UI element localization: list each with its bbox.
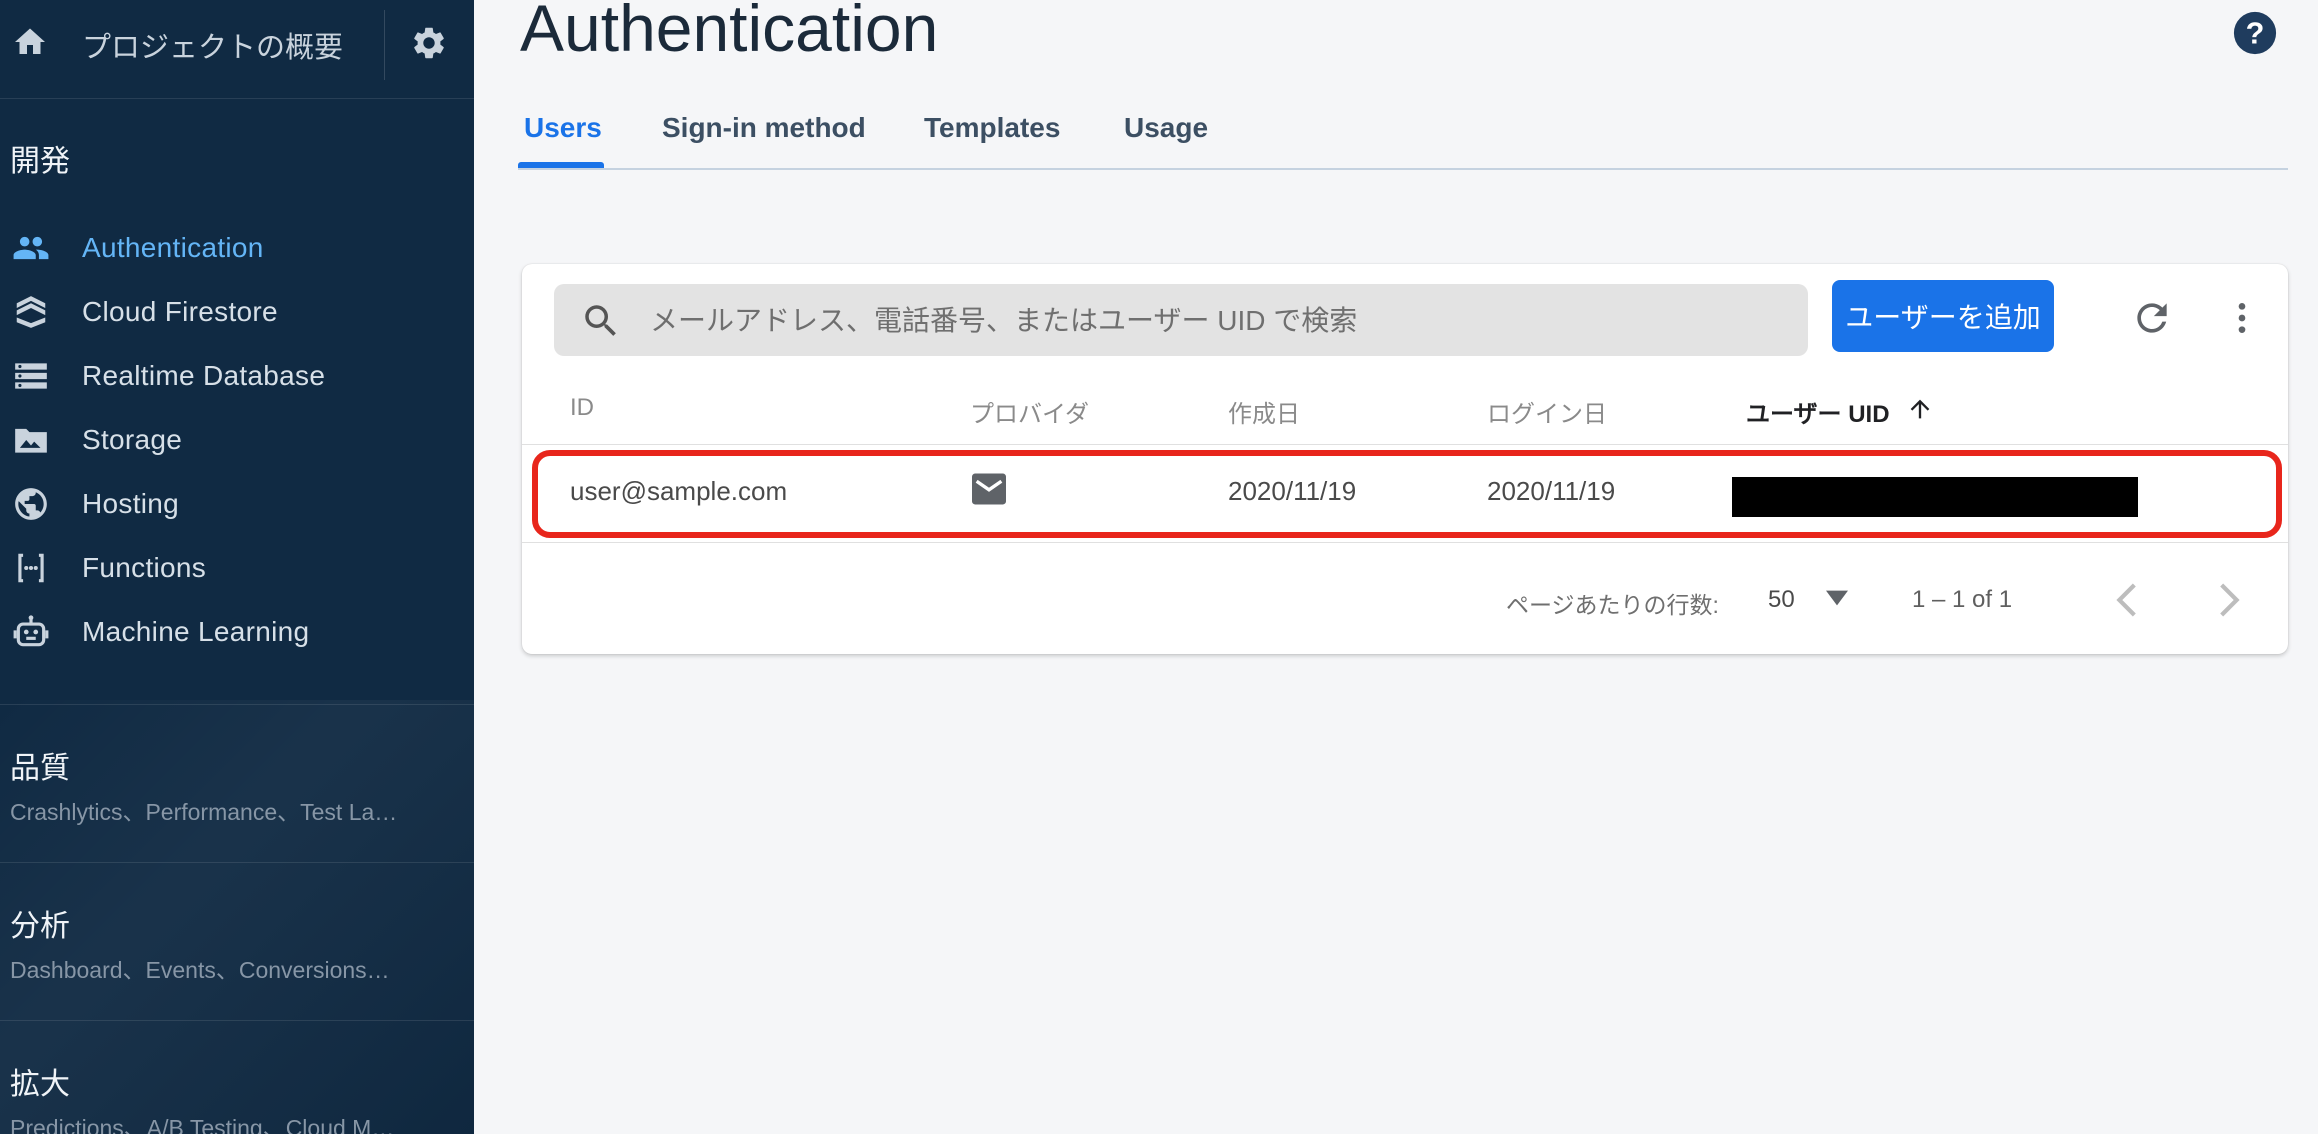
group-title: 品質 — [10, 752, 70, 785]
home-icon[interactable] — [12, 24, 48, 60]
search-input[interactable] — [648, 284, 1792, 358]
sidebar-item-label: Machine Learning — [82, 616, 310, 647]
group-subtitle: Dashboard、Events、Conversions… — [10, 957, 390, 983]
rows-per-page-label: ページあたりの行数: — [1506, 592, 1719, 618]
chevron-right-icon[interactable] — [2216, 580, 2244, 620]
sidebar-item-label: Storage — [82, 424, 183, 455]
sidebar-item-label: Functions — [82, 552, 207, 583]
tab-templates[interactable]: Templates — [924, 112, 1060, 144]
group-subtitle: Crashlytics、Performance、Test La… — [10, 799, 398, 825]
tab-bar: Users Sign-in method Templates Usage — [518, 98, 2288, 170]
sidebar: プロジェクトの概要 開発 Authentication Cloud Firest… — [0, 0, 474, 1134]
rows-per-page-select[interactable]: 50 — [1768, 578, 1858, 618]
row-highlight-box — [532, 450, 2282, 538]
tab-users[interactable]: Users — [524, 112, 602, 144]
column-header-signed-in[interactable]: ログイン日 — [1487, 394, 1607, 429]
sidebar-item-label: Realtime Database — [82, 360, 326, 391]
database-icon — [15, 363, 47, 389]
column-header-user-uid[interactable]: ユーザー UID — [1746, 394, 1890, 429]
sidebar-header: プロジェクトの概要 — [0, 0, 474, 99]
gear-icon[interactable] — [410, 24, 448, 62]
section-develop: 開発 — [10, 145, 70, 178]
dropdown-arrow-icon — [1826, 590, 1848, 606]
rows-per-page-value: 50 — [1768, 586, 1795, 613]
sidebar-item-label: Authentication — [82, 232, 264, 263]
sidebar-item-authentication[interactable]: Authentication — [0, 220, 474, 276]
search-icon — [585, 305, 616, 336]
sidebar-item-realtime-database[interactable]: Realtime Database — [0, 348, 474, 404]
group-title: 分析 — [10, 910, 70, 943]
arrow-up-icon[interactable] — [1906, 394, 1934, 424]
tab-usage[interactable]: Usage — [1124, 112, 1208, 144]
people-icon — [13, 236, 49, 260]
active-tab-indicator — [518, 162, 604, 168]
sidebar-group-quality[interactable]: 品質 Crashlytics、Performance、Test La… — [0, 704, 474, 863]
users-card: ユーザーを追加 ID プロバイダ 作成日 ログイン日 ユーザー UID user… — [522, 264, 2288, 654]
chevron-left-icon[interactable] — [2112, 580, 2140, 620]
group-subtitle: Predictions、A/B Testing、Cloud M… — [10, 1115, 395, 1134]
tab-sign-in-method[interactable]: Sign-in method — [662, 112, 866, 144]
search-box — [554, 284, 1808, 358]
pagination-range: 1 – 1 of 1 — [1912, 586, 2013, 613]
sidebar-item-storage[interactable]: Storage — [0, 412, 474, 468]
page-title: Authentication — [520, 0, 939, 65]
sidebar-item-functions[interactable]: Functions — [0, 540, 474, 596]
sidebar-group-analytics[interactable]: 分析 Dashboard、Events、Conversions… — [0, 862, 474, 1021]
add-user-button[interactable]: ユーザーを追加 — [1832, 280, 2054, 352]
sidebar-item-hosting[interactable]: Hosting — [0, 476, 474, 532]
sidebar-item-cloud-firestore[interactable]: Cloud Firestore — [0, 284, 474, 340]
functions-icon — [18, 553, 44, 583]
project-overview-link[interactable]: プロジェクトの概要 — [82, 24, 343, 66]
column-header-provider[interactable]: プロバイダ — [970, 394, 1089, 429]
column-header-created[interactable]: 作成日 — [1228, 394, 1300, 429]
sidebar-item-machine-learning[interactable]: Machine Learning — [0, 604, 474, 660]
help-icon[interactable]: ? — [2232, 10, 2278, 56]
photo-storage-icon — [15, 428, 47, 453]
group-title: 拡大 — [10, 1068, 70, 1101]
sidebar-group-grow[interactable]: 拡大 Predictions、A/B Testing、Cloud M… — [0, 1020, 474, 1134]
sidebar-item-label: Hosting — [82, 488, 180, 519]
refresh-icon[interactable] — [2130, 296, 2174, 340]
more-vert-icon[interactable] — [2222, 296, 2262, 340]
firestore-icon — [16, 296, 46, 328]
robot-icon — [13, 615, 49, 647]
header-divider — [384, 10, 385, 80]
divider — [522, 542, 2288, 543]
sidebar-item-label: Cloud Firestore — [82, 296, 278, 327]
svg-text:?: ? — [2246, 17, 2265, 51]
divider — [522, 444, 2288, 445]
column-header-id[interactable]: ID — [570, 394, 594, 422]
globe-icon — [15, 488, 47, 520]
